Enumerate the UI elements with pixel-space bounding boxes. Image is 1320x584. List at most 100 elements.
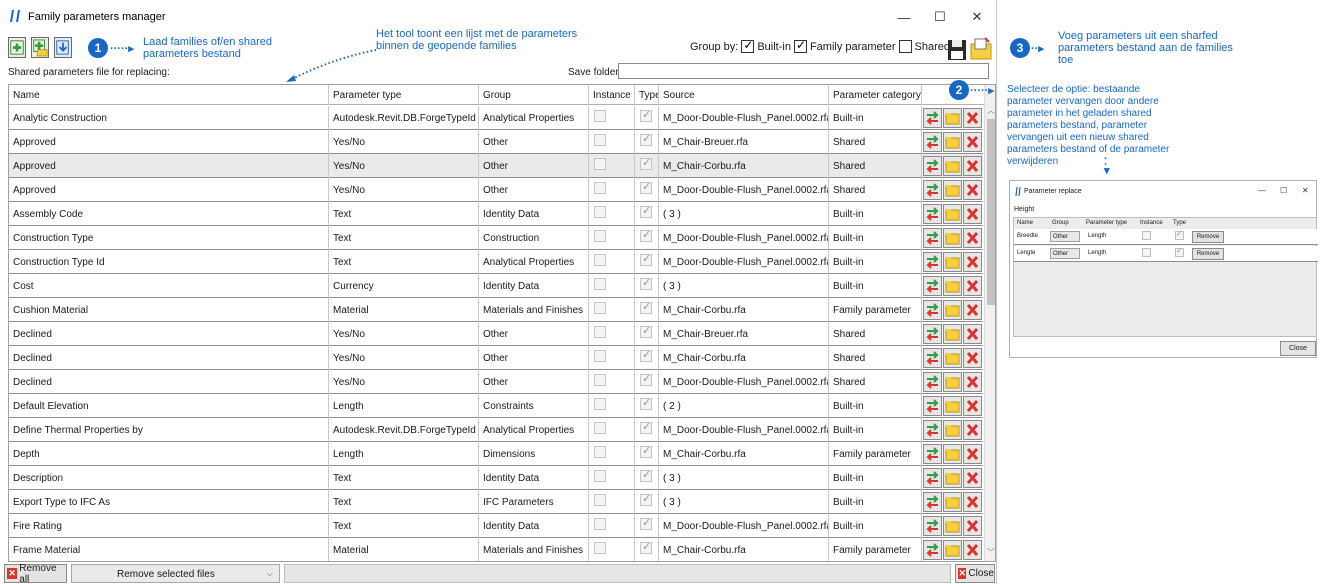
instance-checkbox[interactable] — [594, 134, 606, 146]
table-row[interactable]: DeclinedYes/NoOther M_Chair-Breuer.rfaSha… — [9, 322, 983, 346]
dialog-group-select[interactable]: Other — [1050, 248, 1080, 259]
table-row[interactable]: ApprovedYes/NoOther M_Door-Double-Flush_P… — [9, 178, 983, 202]
folder-icon[interactable] — [943, 108, 962, 128]
remove-selected-files-select[interactable]: Remove selected files ⌵ — [71, 564, 280, 583]
instance-checkbox[interactable] — [594, 182, 606, 194]
type-checkbox[interactable] — [640, 540, 652, 554]
replace-icon[interactable] — [923, 540, 942, 560]
table-row[interactable]: CostCurrencyIdentity Data ( 3 )Built-in — [9, 274, 983, 298]
type-checkbox[interactable] — [640, 372, 652, 386]
type-checkbox[interactable] — [640, 228, 652, 242]
delete-icon[interactable] — [963, 156, 982, 176]
delete-icon[interactable] — [963, 444, 982, 464]
folder-icon[interactable] — [943, 540, 962, 560]
instance-checkbox[interactable] — [594, 254, 606, 266]
dialog-instance-checkbox[interactable] — [1142, 248, 1151, 257]
delete-icon[interactable] — [963, 468, 982, 488]
type-checkbox[interactable] — [640, 348, 652, 362]
type-checkbox[interactable] — [640, 180, 652, 194]
col-header-instance[interactable]: Instance — [589, 85, 635, 105]
load-shared-params-icon[interactable] — [54, 37, 72, 58]
instance-checkbox[interactable] — [594, 374, 606, 386]
replace-icon[interactable] — [923, 180, 942, 200]
table-row[interactable]: Assembly CodeTextIdentity Data ( 3 )Built… — [9, 202, 983, 226]
delete-icon[interactable] — [963, 540, 982, 560]
dialog-close-button[interactable]: Close — [1280, 341, 1316, 356]
maximize-button[interactable]: ☐ — [920, 4, 960, 30]
type-checkbox[interactable] — [640, 108, 652, 122]
replace-icon[interactable] — [923, 468, 942, 488]
grid-scrollbar[interactable]: ︿ ﹀ — [984, 85, 995, 561]
dialog-remove-button[interactable]: Remove — [1192, 248, 1224, 260]
replace-icon[interactable] — [923, 420, 942, 440]
add-family-icon[interactable] — [8, 37, 26, 58]
type-checkbox[interactable] — [640, 516, 652, 530]
folder-icon[interactable] — [943, 204, 962, 224]
delete-icon[interactable] — [963, 276, 982, 296]
replace-icon[interactable] — [923, 492, 942, 512]
table-row[interactable]: Construction Type Id Text Analytical Prope… — [9, 250, 983, 274]
col-header-parameter-type[interactable]: Parameter type — [329, 85, 479, 105]
type-checkbox[interactable] — [640, 132, 652, 146]
type-checkbox[interactable] — [640, 204, 652, 218]
folder-icon[interactable] — [943, 468, 962, 488]
close-button[interactable]: ✕ Close — [955, 564, 995, 583]
table-row[interactable]: ApprovedYes/NoOther M_Chair-Breuer.rfaSha… — [9, 130, 983, 154]
col-header-type[interactable]: Type — [635, 85, 659, 105]
instance-checkbox[interactable] — [594, 542, 606, 554]
folder-icon[interactable] — [943, 300, 962, 320]
folder-icon[interactable] — [943, 252, 962, 272]
replace-icon[interactable] — [923, 348, 942, 368]
save-icon[interactable] — [946, 36, 968, 62]
type-checkbox[interactable] — [640, 468, 652, 482]
delete-icon[interactable] — [963, 420, 982, 440]
instance-checkbox[interactable] — [594, 494, 606, 506]
replace-icon[interactable] — [923, 156, 942, 176]
instance-checkbox[interactable] — [594, 326, 606, 338]
builtin-checkbox[interactable] — [741, 38, 755, 53]
replace-icon[interactable] — [923, 204, 942, 224]
dialog-type-checkbox[interactable] — [1175, 246, 1184, 257]
delete-icon[interactable] — [963, 132, 982, 152]
type-checkbox[interactable] — [640, 444, 652, 458]
dialog-type-checkbox[interactable] — [1175, 229, 1184, 240]
delete-icon[interactable] — [963, 492, 982, 512]
type-checkbox[interactable] — [640, 252, 652, 266]
scroll-thumb[interactable] — [987, 119, 995, 305]
close-window-button[interactable]: ✕ — [957, 4, 997, 30]
add-shared-params-icon[interactable] — [970, 36, 992, 62]
type-checkbox[interactable] — [640, 276, 652, 290]
table-row[interactable]: Export Type to IFC AsTextIFC Parameters (… — [9, 490, 983, 514]
replace-icon[interactable] — [923, 324, 942, 344]
remove-all-button[interactable]: ✕ Remove all — [4, 563, 67, 584]
table-row[interactable]: DeclinedYes/NoOther M_Door-Double-Flush_P… — [9, 370, 983, 394]
replace-icon[interactable] — [923, 252, 942, 272]
shared-checkbox[interactable] — [898, 40, 912, 53]
table-row[interactable]: DescriptionTextIdentity Data ( 3 )Built-i… — [9, 466, 983, 490]
instance-checkbox[interactable] — [594, 518, 606, 530]
table-row[interactable]: Fire RatingTextIdentity Data M_Door-Doubl… — [9, 514, 983, 538]
table-row[interactable]: Construction TypeTextConstruction M_Door-… — [9, 226, 983, 250]
table-row[interactable]: ApprovedYes/NoOther M_Chair-Corbu.rfaShar… — [9, 154, 983, 178]
dialog-group-select[interactable]: Other — [1050, 231, 1080, 242]
save-folder-input[interactable] — [618, 63, 989, 79]
folder-icon[interactable] — [943, 444, 962, 464]
replace-icon[interactable] — [923, 396, 942, 416]
instance-checkbox[interactable] — [594, 206, 606, 218]
add-folder-families-icon[interactable] — [31, 37, 49, 58]
delete-icon[interactable] — [963, 516, 982, 536]
folder-icon[interactable] — [943, 348, 962, 368]
replace-icon[interactable] — [923, 132, 942, 152]
table-row[interactable]: Default ElevationLengthConstraints ( 2 )B… — [9, 394, 983, 418]
folder-icon[interactable] — [943, 276, 962, 296]
folder-icon[interactable] — [943, 420, 962, 440]
replace-icon[interactable] — [923, 228, 942, 248]
replace-icon[interactable] — [923, 300, 942, 320]
instance-checkbox[interactable] — [594, 230, 606, 242]
instance-checkbox[interactable] — [594, 302, 606, 314]
delete-icon[interactable] — [963, 108, 982, 128]
minimize-button[interactable]: — — [884, 4, 924, 30]
col-header-parameter-category[interactable]: Parameter category — [829, 85, 922, 105]
type-checkbox[interactable] — [640, 420, 652, 434]
table-row[interactable]: DepthLengthDimensions M_Chair-Corbu.rfaFa… — [9, 442, 983, 466]
